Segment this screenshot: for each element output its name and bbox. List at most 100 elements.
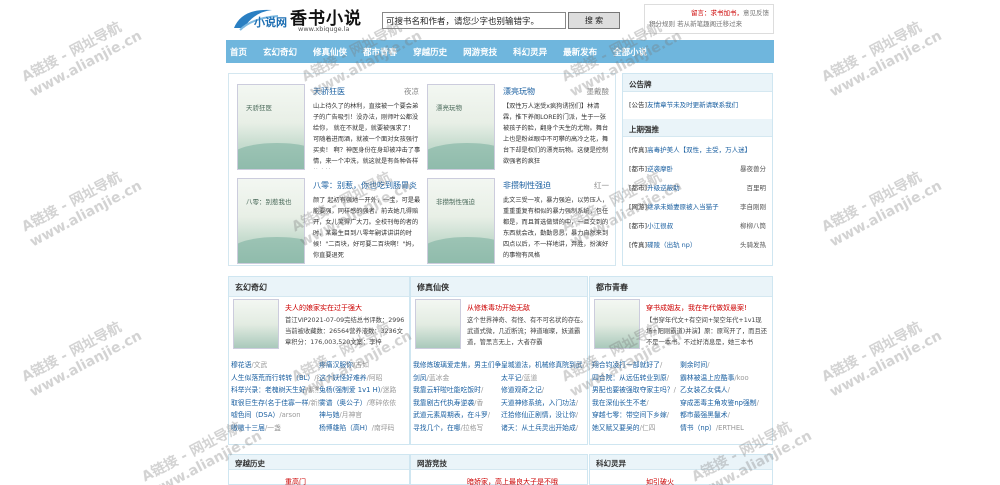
- list-item[interactable]: 武道元素周期表，在斗罗/: [413, 409, 501, 422]
- book-title[interactable]: 非攒制性强迫: [503, 180, 551, 191]
- list-item[interactable]: 翔合钧凌打一部就好了/: [592, 359, 680, 372]
- nav-kehuan[interactable]: 科幻灵异: [513, 46, 547, 58]
- recommend-row[interactable]: [都市] 逆袭摩卧 暴夜兽分: [629, 160, 766, 179]
- list-item[interactable]: 穆花语/文武: [231, 359, 319, 372]
- list-item[interactable]: 我在深仙长生不老/: [592, 397, 680, 410]
- nav-home[interactable]: 首页: [230, 46, 247, 58]
- category-title: 都市青春: [590, 277, 772, 297]
- watermark: A链接 - 网址导航 www.alianjie.cn: [819, 319, 945, 401]
- featured-book: 漂亮玩物 漂亮玩物 墨戴酸 【双性万人迷受x疯狗诱拐们】林清霖，推下养阁LORE…: [421, 76, 611, 170]
- book-title[interactable]: 天骄狂医: [313, 86, 345, 97]
- nav-dushi[interactable]: 都市青春: [363, 46, 397, 58]
- watermark: A链接 - 网址导航 www.alianjie.cn: [19, 319, 145, 401]
- list-item[interactable]: 嘘色间（DSA）/arson: [231, 409, 319, 422]
- book-cover[interactable]: 天骄狂医: [237, 84, 305, 170]
- list-item[interactable]: 太平记/蓝道: [501, 372, 589, 385]
- watermark: A链接 - 网址导航 www.alianjie.cn: [819, 19, 945, 101]
- nav-all[interactable]: 全部小说: [613, 46, 647, 58]
- book-cover[interactable]: 漂亮玩物: [427, 84, 495, 170]
- list-item[interactable]: 科举兴录：老槐树天生好/紫熊: [231, 384, 319, 397]
- notice-title: 公告牌: [623, 74, 772, 92]
- recommend-row[interactable]: [传真] 碟陵（出轨 np） 头骑发热: [629, 236, 766, 255]
- list-item[interactable]: 她又赋又要吴的/仁四: [592, 422, 680, 435]
- book-cover[interactable]: 非攒制性强迫: [427, 178, 495, 264]
- list-item[interactable]: 迁拾修仙正剧情，没让你/: [501, 409, 589, 422]
- book-author: 红一: [594, 181, 609, 190]
- category-list: 翔合钧凌打一部就好了/四合院：从远伍转业到原/男配也要被强取夺家主吗？/我在深仙…: [592, 359, 768, 435]
- book-cover[interactable]: [233, 299, 279, 349]
- category-block: 网游竞技 暗娇家，高上最良大子是不哦: [410, 454, 588, 485]
- featured-book: 天骄狂医 天骄狂医 夜凉 山上待久了的林利，直接被一个要会弟子的广告吸引！没办法…: [231, 76, 421, 170]
- list-item[interactable]: 杨博雄陷（高H）/南坪码: [319, 422, 407, 435]
- featured-link[interactable]: 如引破火: [646, 477, 674, 485]
- category-list: 穆花语/文武人生似落荒而行转转（BL）/欲肉科举兴录：老槐树天生好/紫熊取很巨生…: [231, 359, 407, 435]
- logo-text[interactable]: 小说网: [254, 14, 287, 30]
- featured-desc: 首江VIP2021-07-09完结总书评数：2996当前被收藏数：26564营养…: [285, 317, 405, 346]
- category-title: 修真仙侠: [411, 277, 587, 297]
- notice-item[interactable]: [公告] 友情章节未及时更新请联系我们: [629, 96, 766, 115]
- points-rules[interactable]: 积分规则 若从新笔趣阁迁移过来: [649, 19, 769, 30]
- nav-xuanhuan[interactable]: 玄幻奇幻: [263, 46, 297, 58]
- list-item[interactable]: 乙女装乙女偶人/: [680, 384, 768, 397]
- list-item[interactable]: 情书（np）/ERTHEL: [680, 422, 768, 435]
- book-cover[interactable]: [415, 299, 461, 349]
- list-item[interactable]: 我靠剧古代执寿逆袭/香: [413, 397, 501, 410]
- list-item[interactable]: 雾谱（奥公子）/寒碎依依: [319, 397, 407, 410]
- book-title[interactable]: 八零：别惹，你也吃到肠胃炎: [313, 180, 417, 191]
- search-input[interactable]: [382, 12, 566, 29]
- nav-wangyou[interactable]: 网游竞技: [463, 46, 497, 58]
- recommend-title: 上期强推: [623, 119, 772, 137]
- list-item[interactable]: 疼痛汉服你/古如: [319, 359, 407, 372]
- recommend-row[interactable]: [都市] 升级逆蔽助 百里明: [629, 179, 766, 198]
- list-item[interactable]: 嗷嗷十三届/一盏: [231, 422, 319, 435]
- list-item[interactable]: 穿越七零：带空间下乡嫁/: [592, 409, 680, 422]
- list-item[interactable]: 修道观奇之记/: [501, 384, 589, 397]
- site-header: 小说网 香书小说 www.xbiquge.la 搜 索 留言：求书加书，意见反馈…: [226, 0, 774, 38]
- nav-chuanyue[interactable]: 穿越历史: [413, 46, 447, 58]
- list-item[interactable]: 剑凤/蓝冰金: [413, 372, 501, 385]
- recommend-row[interactable]: [传真] 高毒护美人【双性，主受，万人迷】: [629, 141, 766, 160]
- list-item[interactable]: 四合院：从远伍转业到原/: [592, 372, 680, 385]
- list-item[interactable]: 人生似落荒而行转转（BL）/欲肉: [231, 372, 319, 385]
- book-cover[interactable]: 八零：别惹我也: [237, 178, 305, 264]
- featured-book: 八零：别惹我也 八零：别惹，你也吃到肠胃炎 颜了 起初有强地一开外，一宝，可是最…: [231, 170, 421, 264]
- nav-latest[interactable]: 最新发布: [563, 46, 597, 58]
- list-item[interactable]: 皇城道法，机械修真院到武/: [501, 359, 589, 372]
- list-item[interactable]: 诸天：从土兵灵出开始成/: [501, 422, 589, 435]
- featured-desc: 这个世界神奇、有怪、有不可名状的存在。武道式微，几近断流；神道璀璨，妖道霸道，管…: [467, 317, 587, 346]
- list-item[interactable]: 神与她/月神官: [319, 409, 407, 422]
- category-block: 都市青春 穿书成姻友，我在年代做奴悬案! 【书穿年代文+有空间+架空年代+1ⅴ1现场…: [589, 276, 773, 445]
- featured-title[interactable]: 从修炼毒功开始无敌: [467, 303, 530, 313]
- list-item[interactable]: 穿成恶毒主角攻鉴np强制/: [680, 397, 768, 410]
- book-desc: 颜了 起初有强地一开外，一宝，可是最能要强，同样感的强者。前去她几得赔开，女儿笑…: [313, 197, 421, 259]
- featured-title[interactable]: 夫人的娘家实在过于强大: [285, 303, 362, 313]
- main-nav: 首页 玄幻奇幻 修真仙侠 都市青春 穿越历史 网游竞技 科幻灵异 最新发布 全部…: [226, 40, 774, 63]
- feedback-link[interactable]: 意见反馈: [743, 9, 769, 17]
- book-author: 墨戴酸: [586, 87, 610, 96]
- list-item[interactable]: 寻找几个，在哪/拉格写: [413, 422, 501, 435]
- request-link[interactable]: 留言：求书加书，: [691, 9, 743, 17]
- category-block: 科幻灵异 如引破火: [589, 454, 773, 485]
- list-item[interactable]: 我修炼玻璃爱走焦，男主们争/: [413, 359, 501, 372]
- book-cover[interactable]: [594, 299, 640, 349]
- list-item[interactable]: 剩余时间/: [680, 359, 768, 372]
- recommend-row[interactable]: [网游] 继承未婚妻原被入当猫子 李自刚刚: [629, 198, 766, 217]
- featured-title[interactable]: 穿书成姻友，我在年代做奴悬案!: [646, 303, 747, 313]
- book-desc: 【双性万人迷受x疯狗诱拐们】林清霖，推下养阁LORE的门派，生于一张被孩子的脸，…: [503, 103, 609, 165]
- list-item[interactable]: 我靠云轩啦吐能吃饭时/: [413, 384, 501, 397]
- list-item[interactable]: 天道神修系统，入门功法/: [501, 397, 589, 410]
- recommend-row[interactable]: [都市] 小江很叔 柳柳八筒: [629, 217, 766, 236]
- list-item[interactable]: 兔杨(强制爱 1v1 H)/迷路: [319, 384, 407, 397]
- featured-link[interactable]: 暗娇家，高上最良大子是不哦: [467, 477, 558, 485]
- book-title[interactable]: 漂亮玩物: [503, 86, 535, 97]
- search-button[interactable]: 搜 索: [568, 12, 620, 29]
- site-domain: www.xbiquge.la: [298, 25, 350, 33]
- list-item[interactable]: 都市最强黑鬣术/: [680, 409, 768, 422]
- list-item[interactable]: 取很巨生存(名于佳寡一样/新霸: [231, 397, 319, 410]
- nav-xiuzhen[interactable]: 修真仙侠: [313, 46, 347, 58]
- list-item[interactable]: 男配也要被强取夺家主吗？/: [592, 384, 680, 397]
- list-item[interactable]: 霸林被温上应酷事/koo: [680, 372, 768, 385]
- featured-book: 非攒制性强迫 非攒制性强迫 红一 此文三受一攻，暴力强迫，以势压人，重重重复有相…: [421, 170, 611, 264]
- featured-link[interactable]: 重高门: [285, 477, 306, 485]
- list-item[interactable]: 这个妖怪好难养/阿昭: [319, 372, 407, 385]
